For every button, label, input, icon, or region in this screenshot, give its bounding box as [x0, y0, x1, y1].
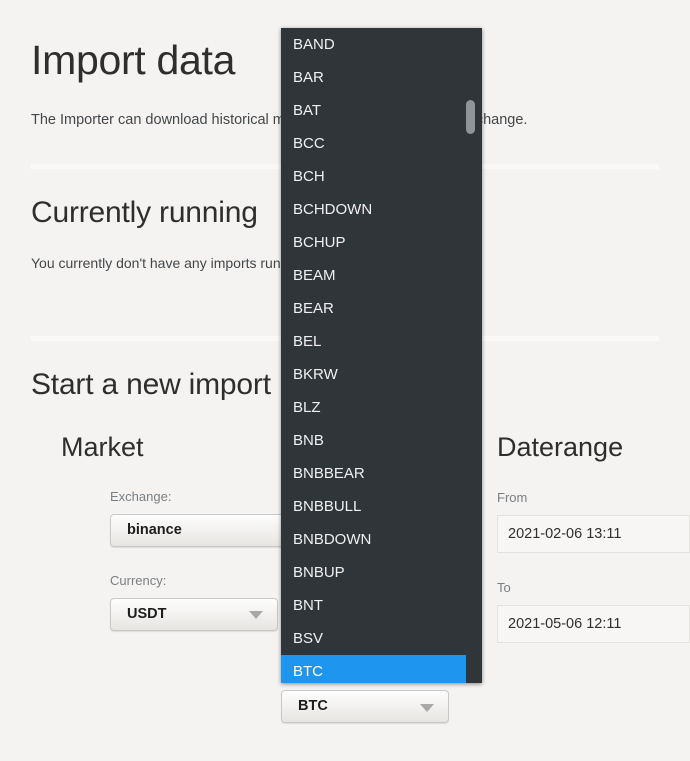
dropdown-option[interactable]: BNBBULL: [281, 490, 482, 523]
to-date-input[interactable]: [497, 604, 690, 643]
dropdown-option[interactable]: BNB: [281, 424, 482, 457]
exchange-select-value: binance: [127, 522, 182, 539]
chevron-down-icon: [249, 611, 263, 620]
dropdown-option[interactable]: BCC: [281, 127, 482, 160]
from-field: From: [497, 490, 690, 554]
from-date-input[interactable]: [497, 515, 690, 554]
currency-select[interactable]: USDT: [110, 597, 278, 631]
dropdown-option[interactable]: BLZ: [281, 391, 482, 424]
dropdown-option[interactable]: BEAR: [281, 292, 482, 325]
dropdown-option[interactable]: BSV: [281, 622, 482, 655]
dropdown-scrollbar-thumb[interactable]: [466, 100, 475, 134]
currency-select-value: USDT: [127, 605, 167, 622]
asset-select[interactable]: BTC: [281, 690, 449, 723]
dropdown-option[interactable]: BCH: [281, 160, 482, 193]
chevron-down-icon: [420, 703, 434, 712]
asset-dropdown-list[interactable]: BAND BAR BAT BCC BCH BCHDOWN BCHUP BEAM BEAR BEL B…: [281, 28, 482, 683]
dropdown-option[interactable]: BNT: [281, 589, 482, 622]
asset-dropdown-items: BAND BAR BAT BCC BCH BCHDOWN BCHUP BEAM BEAR BEL B…: [281, 28, 482, 683]
to-field: To: [497, 580, 690, 643]
dropdown-option[interactable]: BNBUP: [281, 556, 482, 589]
daterange-column: Daterange From To: [497, 431, 690, 643]
asset-select-value: BTC: [298, 698, 328, 715]
dropdown-option[interactable]: BCHUP: [281, 226, 482, 259]
from-label: From: [497, 490, 528, 506]
dropdown-option[interactable]: BEAM: [281, 259, 482, 292]
dropdown-option[interactable]: BAR: [281, 61, 482, 94]
dropdown-option[interactable]: BEL: [281, 325, 482, 358]
dropdown-option[interactable]: BKRW: [281, 358, 482, 391]
dropdown-option[interactable]: BCHDOWN: [281, 193, 482, 226]
dropdown-option[interactable]: BAT: [281, 94, 482, 127]
dropdown-option[interactable]: BTC: [281, 655, 466, 683]
daterange-heading: Daterange: [497, 432, 624, 463]
dropdown-option[interactable]: BAND: [281, 28, 482, 61]
dropdown-option[interactable]: BNBDOWN: [281, 523, 482, 556]
asset-select-wrapper: BTC: [281, 690, 449, 723]
dropdown-option[interactable]: BNBBEAR: [281, 457, 482, 490]
to-label: To: [497, 580, 511, 596]
